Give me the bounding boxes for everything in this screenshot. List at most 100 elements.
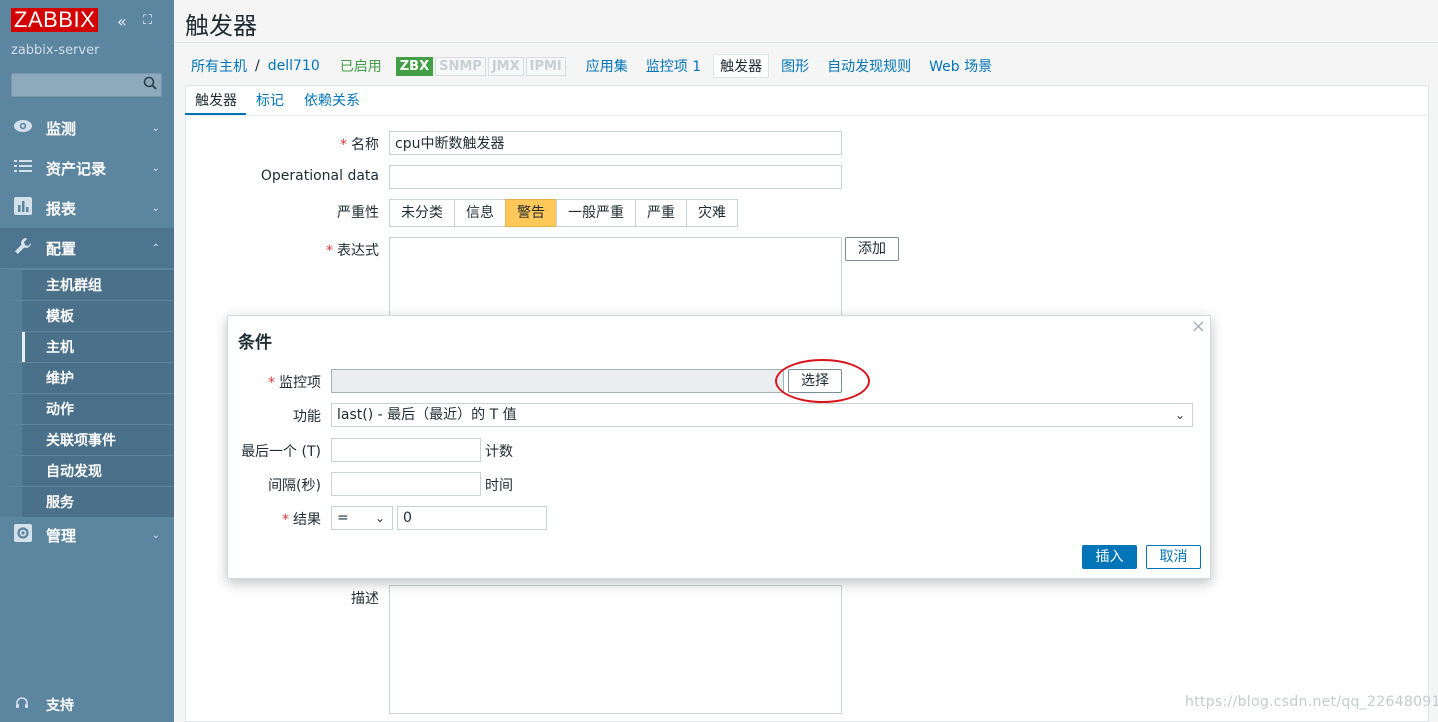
- cancel-button[interactable]: 取消: [1146, 545, 1201, 569]
- close-icon[interactable]: ×: [1191, 316, 1206, 337]
- host-navigation: 所有主机 / dell710 已启用 ZBX SNMP JMX IPMI 应用集…: [191, 54, 992, 78]
- required-mark: *: [282, 512, 289, 528]
- menu-inventory[interactable]: 资产记录 ⌄: [0, 148, 174, 188]
- result-label: * 结果: [282, 512, 321, 528]
- submenu-discovery[interactable]: 自动发现: [0, 455, 174, 486]
- menu-support[interactable]: 支持: [0, 690, 174, 720]
- last-t-label: 最后一个 (T): [241, 444, 321, 460]
- submenu-event-correlation[interactable]: 关联项事件: [0, 424, 174, 455]
- function-label: 功能: [293, 409, 321, 425]
- chevron-down-icon: ⌄: [151, 202, 160, 214]
- bar-chart-icon: [13, 196, 33, 220]
- zabbix-logo[interactable]: ZABBIX: [11, 8, 99, 32]
- tab-trigger[interactable]: 触发器: [185, 85, 246, 116]
- menu-label: 配置: [46, 239, 77, 258]
- submenu-services[interactable]: 服务: [0, 486, 174, 517]
- chevron-down-icon: ⌄: [1174, 408, 1185, 422]
- interval-input[interactable]: [331, 472, 481, 496]
- header-divider: [174, 42, 1438, 43]
- search-input[interactable]: [12, 74, 132, 96]
- severity-high[interactable]: 严重: [635, 199, 687, 227]
- host-nav-items[interactable]: 监控项 1: [646, 56, 701, 76]
- severity-warning[interactable]: 警告: [505, 199, 557, 227]
- result-operator-value: =: [337, 510, 349, 526]
- severity-label: 严重性: [337, 205, 379, 221]
- logo-row: ZABBIX: [11, 8, 99, 32]
- kiosk-mode-icon[interactable]: ⛶: [143, 13, 152, 28]
- item-input[interactable]: [331, 369, 784, 393]
- jmx-availability-badge: JMX: [487, 56, 524, 76]
- item-label: * 监控项: [268, 375, 321, 391]
- breadcrumb-all-hosts[interactable]: 所有主机: [191, 56, 247, 76]
- severity-not-classified[interactable]: 未分类: [389, 199, 455, 227]
- snmp-availability-badge: SNMP: [435, 56, 486, 76]
- required-mark: *: [340, 137, 347, 153]
- dialog-title: 条件: [238, 333, 272, 353]
- chevron-down-icon: ⌄: [374, 511, 385, 525]
- search-icon[interactable]: [143, 76, 157, 94]
- expression-label: * 表达式: [326, 243, 379, 259]
- last-t-suffix: 计数: [485, 444, 513, 460]
- page-title: 触发器: [185, 12, 257, 40]
- severity-average[interactable]: 一般严重: [556, 199, 636, 227]
- function-select[interactable]: last() - 最后（最近）的 T 值 ⌄: [331, 403, 1193, 427]
- host-status: 已启用: [339, 59, 382, 75]
- menu-label: 监测: [46, 119, 77, 138]
- menu-monitoring[interactable]: 监测 ⌄: [0, 108, 174, 148]
- watermark: https://blog.csdn.net/qq_22648091: [1185, 694, 1438, 710]
- operational-data-input[interactable]: [389, 165, 842, 189]
- condition-dialog: 条件 × * 监控项 选择 功能 last() - 最后（最近）的 T 值 ⌄ 最…: [227, 315, 1211, 579]
- breadcrumb-host[interactable]: dell710: [268, 58, 320, 74]
- host-nav-web-scenarios[interactable]: Web 场景: [929, 56, 992, 76]
- support-label: 支持: [46, 698, 74, 714]
- tab-tags[interactable]: 标记: [246, 85, 294, 116]
- severity-disaster[interactable]: 灾难: [686, 199, 738, 227]
- chevron-down-icon: ⌄: [151, 122, 160, 134]
- expression-textarea[interactable]: [389, 237, 842, 317]
- collapse-sidebar-icon[interactable]: «: [117, 12, 127, 31]
- breadcrumb-separator: /: [255, 58, 260, 74]
- submenu-host-groups[interactable]: 主机群组: [0, 269, 174, 300]
- insert-button[interactable]: 插入: [1082, 545, 1137, 569]
- select-item-button[interactable]: 选择: [788, 369, 842, 393]
- function-selected-value: last() - 最后（最近）的 T 值: [337, 407, 517, 423]
- required-mark: *: [326, 243, 333, 259]
- last-t-input[interactable]: [331, 438, 481, 462]
- chevron-down-icon: ⌄: [151, 529, 160, 541]
- submenu-actions[interactable]: 动作: [0, 393, 174, 424]
- submenu-hosts[interactable]: 主机: [0, 331, 174, 362]
- headset-icon: [15, 696, 29, 714]
- submenu-maintenance[interactable]: 维护: [0, 362, 174, 393]
- configuration-submenu: 主机群组 模板 主机 维护 动作 关联项事件 自动发现 服务: [0, 269, 174, 517]
- list-icon: [13, 158, 33, 178]
- server-name: zabbix-server: [11, 43, 100, 58]
- sidebar: ZABBIX « ⛶ zabbix-server 监测 ⌄ 资产记录 ⌄ 报表 …: [0, 0, 174, 722]
- menu-label: 资产记录: [46, 159, 107, 178]
- interval-label: 间隔(秒): [268, 478, 321, 494]
- menu-label: 管理: [46, 526, 77, 545]
- menu-label: 报表: [46, 199, 77, 218]
- add-expression-button[interactable]: 添加: [845, 237, 899, 261]
- host-nav-graphs[interactable]: 图形: [781, 56, 809, 76]
- severity-selector: 未分类 信息 警告 一般严重 严重 灾难: [389, 199, 738, 227]
- host-nav-applications[interactable]: 应用集: [586, 56, 628, 76]
- menu-administration[interactable]: 管理 ⌄: [0, 515, 174, 555]
- form-tabs: 触发器 标记 依赖关系: [185, 85, 370, 116]
- chevron-down-icon: ⌄: [151, 162, 160, 174]
- result-value-input[interactable]: [397, 506, 547, 530]
- wrench-icon: [13, 237, 33, 260]
- gear-icon: [13, 523, 33, 547]
- required-mark: *: [268, 375, 275, 391]
- name-input[interactable]: [389, 131, 842, 155]
- submenu-templates[interactable]: 模板: [0, 300, 174, 331]
- menu-configuration[interactable]: 配置 ⌃: [0, 228, 174, 268]
- host-nav-discovery-rules[interactable]: 自动发现规则: [827, 56, 911, 76]
- host-nav-triggers[interactable]: 触发器: [713, 54, 770, 78]
- menu-reports[interactable]: 报表 ⌄: [0, 188, 174, 228]
- tab-dependencies[interactable]: 依赖关系: [294, 85, 370, 116]
- severity-information[interactable]: 信息: [454, 199, 506, 227]
- result-operator-select[interactable]: = ⌄: [331, 506, 393, 530]
- description-label: 描述: [351, 591, 379, 607]
- sidebar-search: [11, 73, 162, 97]
- description-textarea[interactable]: [389, 585, 842, 714]
